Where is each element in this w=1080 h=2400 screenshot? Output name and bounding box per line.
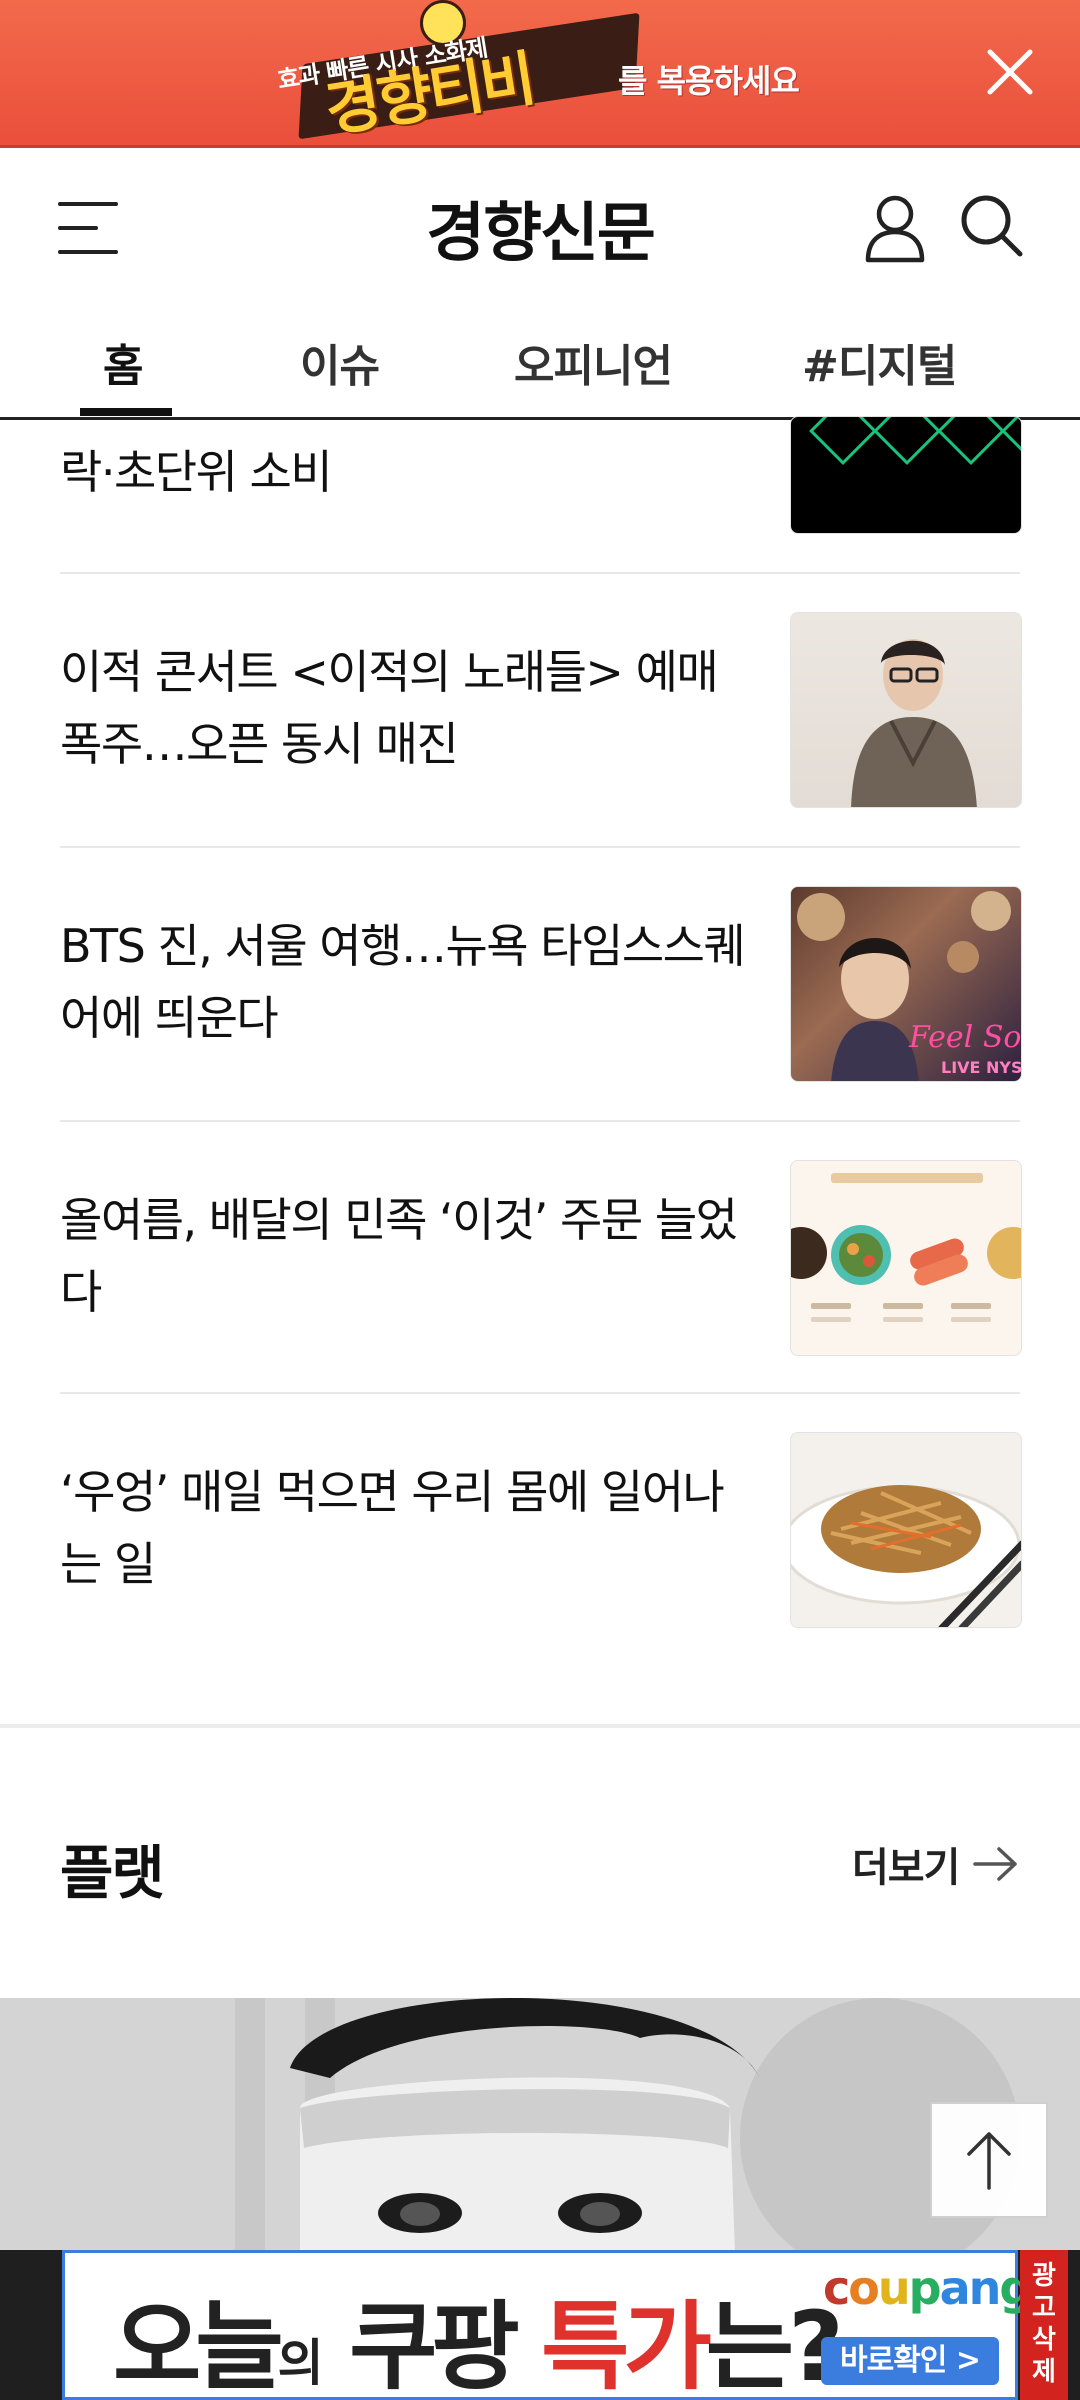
tab-issue[interactable]: 이슈 — [300, 330, 380, 394]
article-thumbnail — [790, 416, 1022, 534]
menu-icon[interactable] — [58, 198, 122, 258]
svg-text:Feel Soul: Feel Soul — [908, 1020, 1022, 1055]
bottom-ad[interactable]: 오늘의 쿠팡 특가는? coupang 바로확인 > 광고삭제 — [0, 2250, 1080, 2400]
article-thumbnail: Feel Soul LIVE NYS — [790, 886, 1022, 1082]
more-label: 더보기 — [852, 1845, 960, 1891]
article-thumbnail — [790, 1432, 1022, 1628]
article-title: 이적 콘서트 <이적의 노래들> 예매 폭주…오픈 동시 매진 — [60, 645, 719, 771]
section-title: 플랫 — [60, 1839, 165, 1907]
svg-text:LIVE NYS: LIVE NYS — [941, 1058, 1022, 1077]
coupang-logo: coupang — [823, 2261, 1032, 2315]
promo-banner[interactable]: 효과 빠른 시사 소화제 경향티비 를 복용하세요 — [0, 0, 1080, 148]
article-title: 락·초단위 소비 — [60, 445, 333, 499]
promo-tagline: 를 복용하세요 — [618, 62, 800, 100]
search-icon[interactable] — [956, 190, 1026, 260]
user-icon[interactable] — [862, 192, 928, 264]
tab-digital[interactable]: #디지털 — [802, 330, 957, 394]
scroll-top-button[interactable] — [930, 2102, 1048, 2218]
section-tabs: 홈 이슈 오피니언 #디지털 — [0, 308, 1080, 420]
ad-remove-button[interactable]: 광고삭제 — [1020, 2250, 1068, 2400]
close-icon[interactable] — [980, 42, 1040, 102]
active-tab-indicator — [80, 408, 172, 416]
article-thumbnail — [790, 612, 1022, 808]
ad-cta-button[interactable]: 바로확인 > — [821, 2337, 999, 2385]
list-item[interactable]: ‘우엉’ 매일 먹으면 우리 몸에 일어나는 일 — [60, 1394, 1022, 1644]
list-item[interactable]: BTS 진, 서울 여행…뉴욕 타임스스퀘어에 띄운다 Feel Soul LI… — [60, 848, 1022, 1122]
tab-home[interactable]: 홈 — [103, 330, 143, 394]
coupang-ad-card[interactable]: 오늘의 쿠팡 특가는? coupang 바로확인 > — [62, 2250, 1032, 2400]
article-title: 올여름, 배달의 민족 ‘이것’ 주문 늘었다 — [60, 1193, 738, 1319]
more-link[interactable]: 더보기 — [852, 1836, 1019, 1892]
promo-logo[interactable]: 효과 빠른 시사 소화제 경향티비 를 복용하세요 — [270, 0, 830, 146]
list-item[interactable]: 올여름, 배달의 민족 ‘이것’ 주문 늘었다 — [60, 1122, 1022, 1394]
arrow-up-icon — [967, 2132, 1011, 2190]
site-header: 경향신문 — [0, 148, 1080, 308]
article-thumbnail — [790, 1160, 1022, 1356]
site-logo[interactable]: 경향신문 — [340, 182, 740, 274]
tab-opinion[interactable]: 오피니언 — [514, 330, 673, 394]
section-divider — [0, 1724, 1080, 1728]
article-title: ‘우엉’ 매일 먹으면 우리 몸에 일어나는 일 — [60, 1465, 725, 1591]
arrow-right-icon — [973, 1844, 1019, 1884]
article-title: BTS 진, 서울 여행…뉴욕 타임스스퀘어에 띄운다 — [60, 919, 746, 1045]
list-item[interactable]: 이적 콘서트 <이적의 노래들> 예매 폭주…오픈 동시 매진 — [60, 574, 1022, 848]
ad-headline: 오늘의 쿠팡 특가는? — [113, 2291, 844, 2400]
list-item[interactable]: 락·초단위 소비 — [60, 416, 1022, 574]
